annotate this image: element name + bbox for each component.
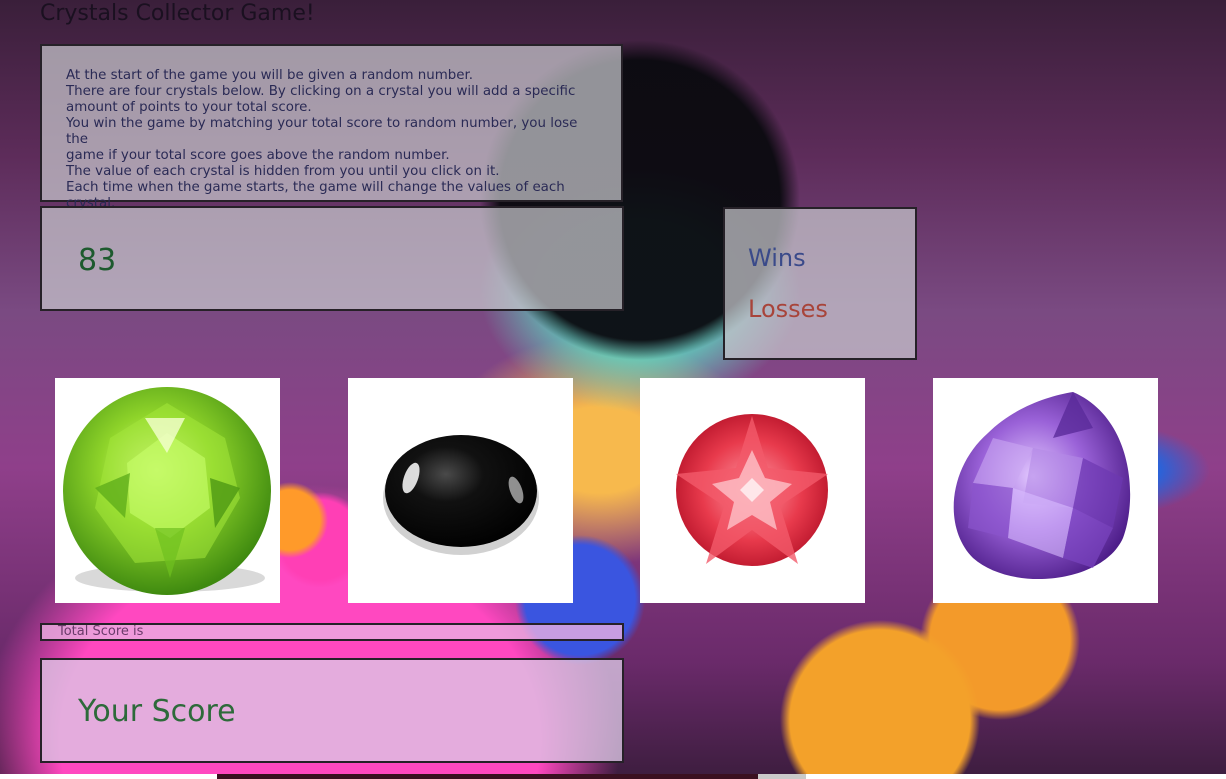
random-number: 83 xyxy=(78,243,117,278)
crystal-green-button[interactable] xyxy=(55,378,280,603)
wins-label: Wins xyxy=(748,244,806,272)
bottom-strip xyxy=(0,774,1226,779)
instructions-line: The value of each crystal is hidden from… xyxy=(66,164,500,179)
crystal-purple-button[interactable] xyxy=(933,378,1158,603)
crystal-red-button[interactable] xyxy=(640,378,865,603)
purple-crystal-icon xyxy=(953,392,1131,580)
total-score-label: Total Score is xyxy=(58,624,144,639)
total-score-label-panel: Total Score is xyxy=(40,623,624,641)
instructions-panel: At the start of the game you will be giv… xyxy=(40,44,623,211)
instructions-line: At the start of the game you will be giv… xyxy=(66,68,474,83)
losses-label: Losses xyxy=(748,295,828,323)
instructions-line: There are four crystals below. By clicki… xyxy=(66,84,576,99)
instructions-line: You win the game by matching your total … xyxy=(66,116,578,147)
instructions-line: game if your total score goes above the … xyxy=(66,148,450,163)
score-value: Your Score xyxy=(78,694,236,729)
green-crystal-icon xyxy=(63,387,271,595)
stats-panel: Wins Losses xyxy=(723,207,917,360)
score-panel: Your Score xyxy=(40,658,624,763)
crystal-black-button[interactable] xyxy=(348,378,573,603)
page-title: Crystals Collector Game! xyxy=(40,1,315,26)
red-crystal-icon xyxy=(676,414,828,566)
random-number-panel: 83 xyxy=(40,206,624,311)
black-crystal-icon xyxy=(383,435,539,555)
instructions-line: amount of points to your total score. xyxy=(66,100,312,115)
